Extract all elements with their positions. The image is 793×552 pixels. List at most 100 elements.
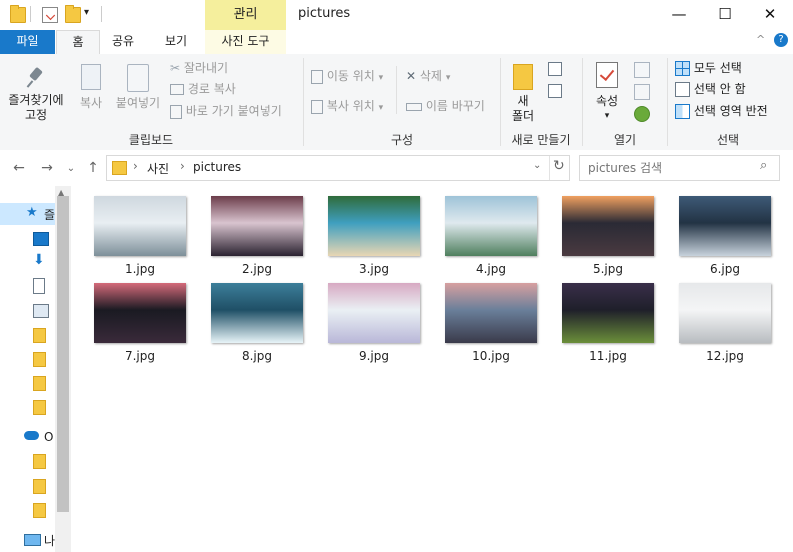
refresh-icon[interactable]: ↻ [553, 158, 565, 174]
image-thumbnail[interactable] [328, 196, 420, 256]
image-thumbnail[interactable] [562, 196, 654, 256]
recent-locations-chevron-icon[interactable]: ⌄ [62, 163, 80, 174]
file-item[interactable]: 9.jpg [328, 283, 420, 363]
copy-path-button[interactable]: 경로 복사 [170, 80, 236, 98]
desktop-icon[interactable] [33, 232, 49, 246]
breadcrumb-item-pictures[interactable]: pictures [193, 160, 241, 174]
tab-file[interactable]: 파일 [0, 30, 55, 54]
nav-item-onedrive[interactable]: O [0, 429, 55, 449]
image-thumbnail[interactable] [328, 283, 420, 343]
move-to-label: 이동 위치 [326, 69, 375, 83]
image-thumbnail[interactable] [679, 196, 771, 256]
pin-label-line2: 고정 [24, 108, 48, 122]
tab-share[interactable]: 공유 [103, 30, 143, 54]
breadcrumb-separator[interactable]: › [133, 159, 138, 173]
file-item[interactable]: 3.jpg [328, 196, 420, 276]
image-thumbnail[interactable] [562, 283, 654, 343]
image-thumbnail[interactable] [445, 196, 537, 256]
pin-icon [25, 66, 47, 88]
open-icon[interactable] [634, 62, 650, 78]
tab-home[interactable]: 홈 [56, 30, 100, 56]
rename-button[interactable]: 이름 바꾸기 [406, 97, 485, 115]
organize-group-label: 구성 [390, 133, 414, 147]
select-all-label: 모두 선택 [693, 61, 742, 75]
paste-button[interactable]: 붙여넣기 [113, 64, 163, 111]
search-icon[interactable]: ⌕ [760, 158, 767, 173]
new-folder-button[interactable]: 새 폴더 [506, 64, 540, 124]
nav-item-quick-access[interactable]: ★ 즐 [0, 203, 55, 225]
image-thumbnail[interactable] [679, 283, 771, 343]
file-name: 2.jpg [241, 262, 273, 276]
image-thumbnail[interactable] [94, 196, 186, 256]
edit-icon[interactable] [634, 84, 650, 100]
pin-to-quick-access-button[interactable]: 즐겨찾기에 고정 [4, 66, 68, 123]
forward-arrow-icon[interactable]: → [38, 160, 56, 176]
image-thumbnail[interactable] [211, 196, 303, 256]
pictures-icon[interactable] [33, 304, 49, 318]
breadcrumb-item-photos[interactable]: 사진 [147, 160, 169, 177]
history-icon[interactable] [634, 106, 650, 122]
folder-icon[interactable] [33, 454, 46, 469]
tab-picture-tools[interactable]: 사진 도구 [205, 30, 286, 54]
move-to-button[interactable]: 이동 위치 ▾ [311, 67, 383, 85]
image-thumbnail[interactable] [94, 283, 186, 343]
breadcrumb-separator[interactable]: › [180, 159, 185, 173]
address-dropdown-icon[interactable]: ⌄ [533, 160, 541, 171]
file-item[interactable]: 6.jpg [679, 196, 771, 276]
file-item[interactable]: 5.jpg [562, 196, 654, 276]
file-item[interactable]: 10.jpg [445, 283, 537, 363]
nav-scrollbar-thumb[interactable] [57, 196, 69, 512]
back-arrow-icon[interactable]: ← [10, 160, 28, 176]
properties-quick-icon[interactable] [42, 7, 58, 23]
image-thumbnail[interactable] [445, 283, 537, 343]
invert-selection-icon [675, 104, 690, 119]
search-input[interactable] [586, 159, 750, 177]
help-icon[interactable]: ? [774, 33, 788, 47]
new-folder-quick-icon[interactable] [65, 5, 81, 23]
select-all-button[interactable]: 모두 선택 [675, 59, 742, 77]
file-item[interactable]: 1.jpg [94, 196, 186, 276]
folder-icon[interactable] [33, 376, 46, 391]
file-name: 9.jpg [358, 349, 390, 363]
select-none-button[interactable]: 선택 안 함 [675, 80, 746, 98]
properties-button[interactable]: 속성 ▾ [588, 62, 626, 124]
folder-icon[interactable] [33, 328, 46, 343]
maximize-button[interactable]: ☐ [702, 0, 748, 30]
folder-icon[interactable] [33, 503, 46, 518]
search-box[interactable]: ⌕ [579, 155, 780, 181]
folder-icon[interactable] [33, 479, 46, 494]
file-item[interactable]: 7.jpg [94, 283, 186, 363]
folder-icon[interactable] [33, 352, 46, 367]
tab-view[interactable]: 보기 [153, 30, 199, 54]
collapse-ribbon-icon[interactable]: ^ [756, 33, 765, 46]
paste-shortcut-button[interactable]: 바로 가기 붙여넣기 [170, 102, 282, 120]
folder-icon[interactable] [33, 400, 46, 415]
nav-item-label: 즐 [44, 208, 56, 222]
file-item[interactable]: 2.jpg [211, 196, 303, 276]
select-group-label: 선택 [716, 133, 740, 147]
cut-label: 잘라내기 [183, 61, 229, 75]
close-button[interactable]: ✕ [747, 0, 793, 30]
up-arrow-icon[interactable]: ↑ [84, 160, 102, 176]
rename-icon [406, 102, 422, 111]
copy-to-button[interactable]: 복사 위치 ▾ [311, 97, 383, 115]
customize-quick-access-icon[interactable]: ▾ [84, 7, 89, 18]
new-item-button[interactable] [548, 62, 570, 78]
nav-item-this-pc[interactable]: 나 [0, 531, 55, 551]
file-item[interactable]: 11.jpg [562, 283, 654, 363]
image-thumbnail[interactable] [211, 283, 303, 343]
minimize-button[interactable]: — [656, 0, 702, 30]
star-icon: ★ [26, 205, 38, 220]
cut-button[interactable]: ✂ 잘라내기 [170, 59, 228, 77]
file-item[interactable]: 4.jpg [445, 196, 537, 276]
download-arrow-icon[interactable]: ⬇ [33, 253, 47, 267]
easy-access-button[interactable] [548, 84, 570, 100]
file-item[interactable]: 8.jpg [211, 283, 303, 363]
documents-icon[interactable] [33, 278, 45, 294]
address-bar[interactable]: › 사진 › pictures ⌄ ↻ [106, 155, 570, 181]
nav-item-label: O [44, 430, 54, 444]
file-item[interactable]: 12.jpg [679, 283, 771, 363]
delete-button[interactable]: ✕ 삭제 ▾ [406, 67, 450, 85]
copy-button[interactable]: 복사 [74, 64, 108, 111]
invert-selection-button[interactable]: 선택 영역 반전 [675, 102, 768, 120]
